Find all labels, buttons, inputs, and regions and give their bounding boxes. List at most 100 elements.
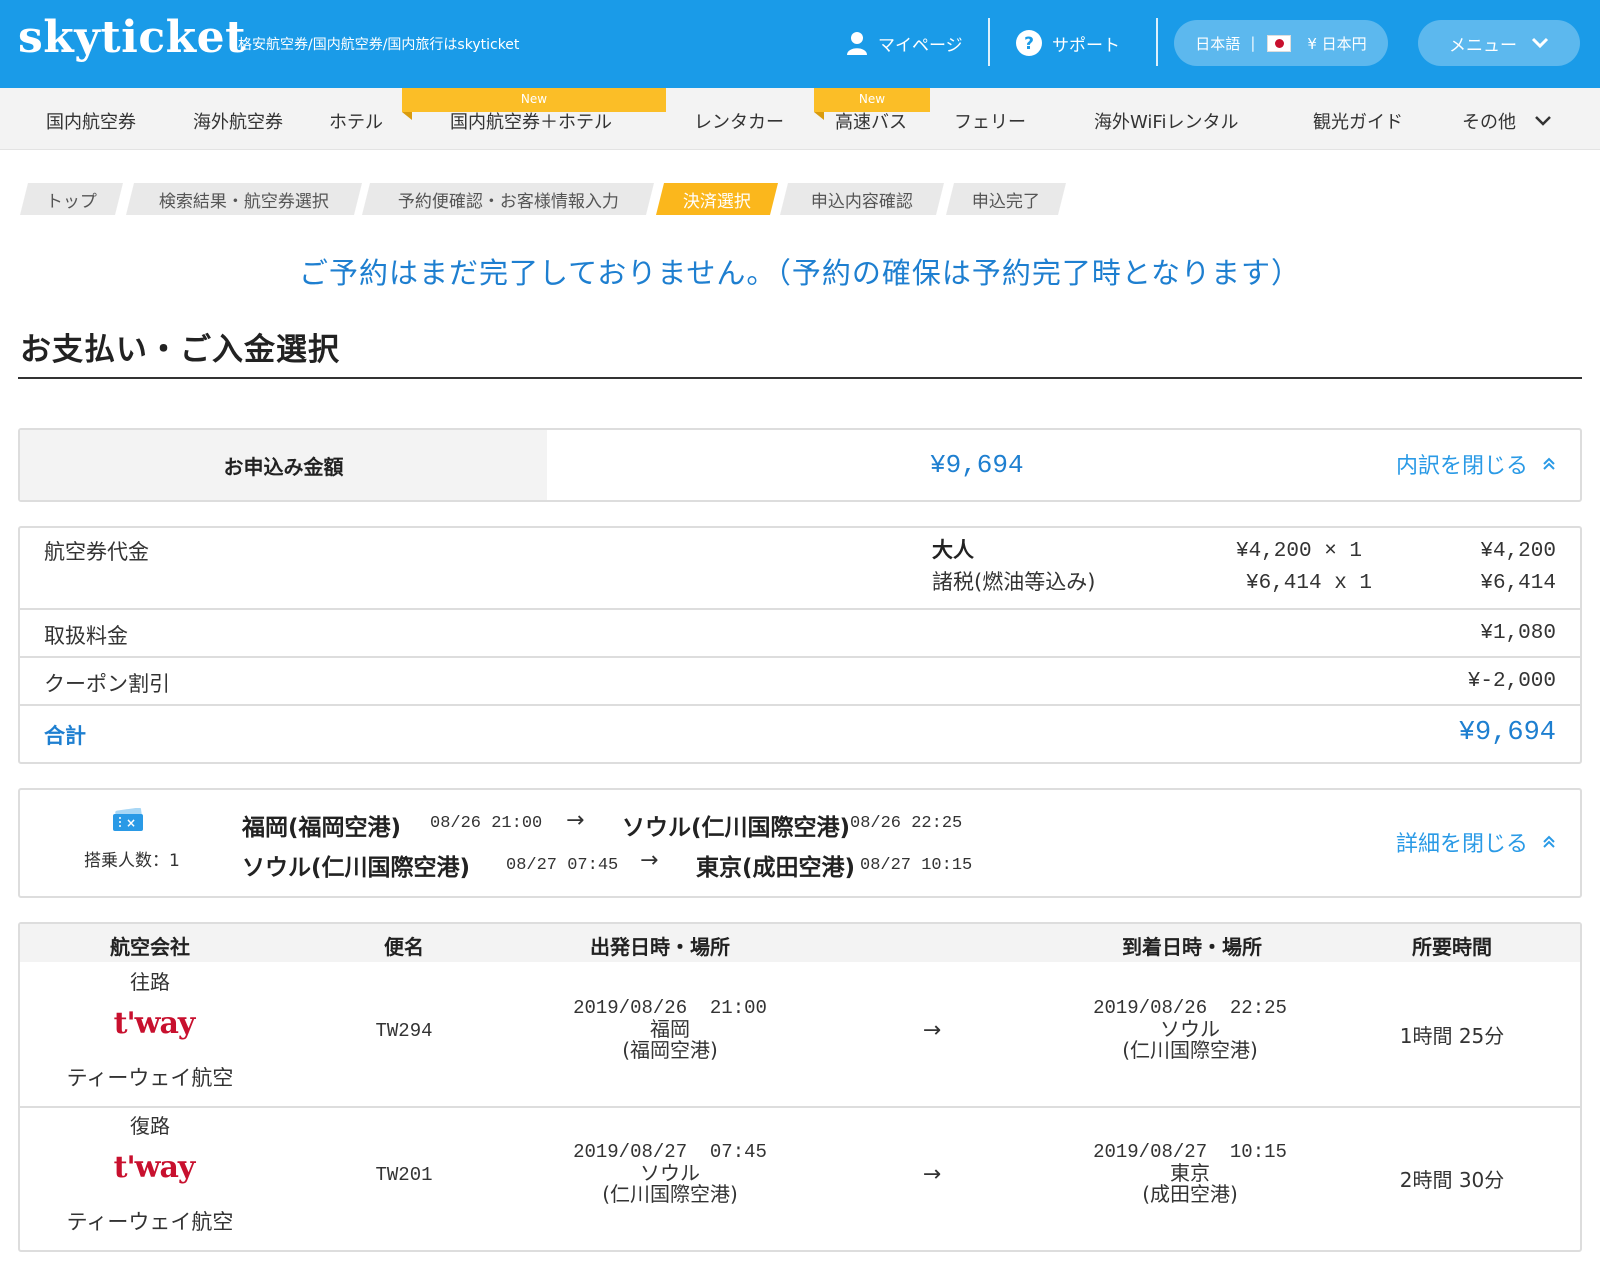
tway-logo: t'way [113, 1150, 196, 1185]
passenger-count: 搭乗人数：1 [84, 851, 180, 871]
page-title: お支払い・ご入金選択 [20, 332, 340, 368]
tax-total: ¥6,414 [1480, 572, 1556, 595]
departure-city: 福岡 [650, 1017, 690, 1041]
flight-arrow: → [922, 1018, 942, 1043]
breadcrumb-step-payment: 決済選択 [656, 183, 778, 215]
departure-airport: (仁川国際空港) [602, 1182, 738, 1206]
tax-unit-price: ¥6,414 x 1 [1246, 572, 1373, 595]
leg1-arrival-time: 08/26 22:25 [850, 814, 963, 833]
svg-text:?: ? [1024, 34, 1034, 54]
amount-label: お申込み金額 [20, 430, 547, 500]
nav-others-label: その他 [1462, 112, 1516, 133]
leg1-departure-time: 08/26 21:00 [430, 814, 543, 833]
arrival-datetime: 2019/08/27 10:15 [1093, 1141, 1287, 1163]
coupon-label: クーポン割引 [44, 672, 170, 696]
japan-flag-icon [1267, 34, 1292, 52]
nav-hotel[interactable]: ホテル [329, 108, 383, 134]
double-chevron-up-icon [1542, 835, 1556, 849]
support-link[interactable]: ? サポート [1016, 28, 1120, 58]
nav-international-flights[interactable]: 海外航空券 [193, 108, 283, 134]
nav-others[interactable]: その他 [1462, 108, 1552, 134]
arrival-airport: (成田空港) [1142, 1182, 1238, 1206]
total-value: ¥9,694 [1458, 718, 1556, 748]
breadcrumb-step-search: 検索結果・航空券選択 [126, 183, 362, 215]
flight-duration: 2時間 30分 [1399, 1168, 1505, 1192]
arrival-info: 2019/08/26 22:25 ソウル (仁川国際空港) [1093, 998, 1287, 1061]
flight-details-table: 航空会社 便名 出発日時・場所 到着日時・場所 所要時間 往路 t'way ティ… [18, 922, 1582, 1252]
nav-domestic-flights[interactable]: 国内航空券 [46, 108, 136, 134]
table-header: 航空会社 便名 出発日時・場所 到着日時・場所 所要時間 [20, 924, 1580, 962]
help-icon: ? [1016, 30, 1042, 56]
language-separator: | [1250, 34, 1256, 52]
currency-label: ¥ 日本円 [1307, 34, 1367, 53]
departure-datetime: 2019/08/27 07:45 [573, 1141, 767, 1163]
departure-city: ソウル [640, 1161, 700, 1185]
amount-summary: お申込み金額 ¥9,694 内訳を閉じる [18, 428, 1582, 502]
header-divider [988, 18, 990, 66]
nav-travel-guide[interactable]: 観光ガイド [1313, 108, 1403, 134]
leg2-arrow: → [640, 848, 659, 873]
flight-number: TW201 [375, 1164, 433, 1186]
arrival-city: 東京 [1170, 1161, 1210, 1185]
row-divider [20, 704, 1580, 706]
header-flight-number: 便名 [384, 935, 424, 959]
row-divider [20, 608, 1580, 610]
nav-ferry[interactable]: フェリー [954, 108, 1026, 134]
chevron-down-icon [1531, 37, 1549, 49]
menu-label: メニュー [1449, 35, 1517, 56]
user-icon [846, 31, 868, 55]
title-divider [18, 377, 1582, 379]
tax-label: 諸税(燃油等込み) [932, 570, 1096, 594]
close-details-link[interactable]: 詳細を閉じる [1396, 826, 1556, 858]
leg2-origin: ソウル(仁川国際空港) [242, 855, 471, 881]
close-breakdown-link[interactable]: 内訳を閉じる [1396, 448, 1556, 480]
row-divider [20, 1106, 1580, 1108]
support-label: サポート [1052, 35, 1120, 56]
leg2-arrival-time: 08/27 10:15 [860, 856, 973, 875]
header-duration: 所要時間 [1412, 935, 1492, 959]
reservation-notice: ご予約はまだ完了しておりません。（予約の確保は予約完了時となります） [298, 256, 1302, 290]
departure-datetime: 2019/08/26 21:00 [573, 997, 767, 1019]
departure-info: 2019/08/27 07:45 ソウル (仁川国際空港) [573, 1142, 767, 1205]
direction-outbound: 往路 [130, 970, 170, 994]
nav-highway-bus[interactable]: 高速バス [835, 108, 907, 134]
breadcrumb-step-confirm-info: 予約便確認・お客様情報入力 [362, 183, 654, 215]
arrival-datetime: 2019/08/26 22:25 [1093, 997, 1287, 1019]
fare-label: 航空券代金 [44, 540, 149, 564]
header-arrival: 到着日時・場所 [1122, 935, 1262, 959]
tway-logo: t'way [113, 1006, 196, 1041]
departure-info: 2019/08/26 21:00 福岡 (福岡空港) [573, 998, 767, 1061]
header-divider [1156, 18, 1158, 66]
header-departure: 出発日時・場所 [590, 935, 730, 959]
double-chevron-up-icon [1542, 457, 1556, 471]
flight-duration: 1時間 25分 [1399, 1024, 1505, 1048]
flight-arrow: → [922, 1162, 942, 1187]
svg-text:×: × [126, 816, 136, 830]
chevron-down-icon [1534, 115, 1552, 127]
adult-total: ¥4,200 [1480, 540, 1556, 563]
departure-airport: (福岡空港) [622, 1038, 718, 1062]
nav-rental-car[interactable]: レンタカー [694, 108, 784, 134]
breadcrumb-step-complete: 申込完了 [946, 183, 1066, 215]
airline-name: ティーウェイ航空 [66, 1210, 234, 1234]
site-logo[interactable]: skyticket [18, 12, 246, 63]
mypage-link[interactable]: マイページ [846, 28, 963, 58]
breadcrumb-step-review: 申込内容確認 [780, 183, 944, 215]
leg1-arrow: → [566, 808, 585, 833]
amount-value: ¥9,694 [930, 450, 1024, 480]
adult-unit-price: ¥4,200 × 1 [1236, 540, 1363, 563]
language-currency-selector[interactable]: 日本語 | ¥ 日本円 [1174, 20, 1388, 66]
nav-flight-hotel[interactable]: 国内航空券＋ホテル [450, 108, 612, 134]
site-tagline: 格安航空券/国内航空券/国内旅行はskyticket [238, 37, 520, 53]
arrival-city: ソウル [1160, 1017, 1220, 1041]
handling-fee-label: 取扱料金 [44, 624, 128, 648]
flight-number: TW294 [375, 1020, 433, 1042]
mypage-label: マイページ [878, 35, 963, 56]
language-label: 日本語 [1195, 34, 1241, 53]
close-details-label: 詳細を閉じる [1396, 832, 1529, 857]
breadcrumb-step-top: トップ [20, 183, 123, 215]
handling-fee-value: ¥1,080 [1480, 622, 1556, 645]
airline-name: ティーウェイ航空 [66, 1066, 234, 1090]
menu-button[interactable]: メニュー [1418, 20, 1580, 66]
nav-wifi-rental[interactable]: 海外WiFiレンタル [1094, 108, 1238, 134]
